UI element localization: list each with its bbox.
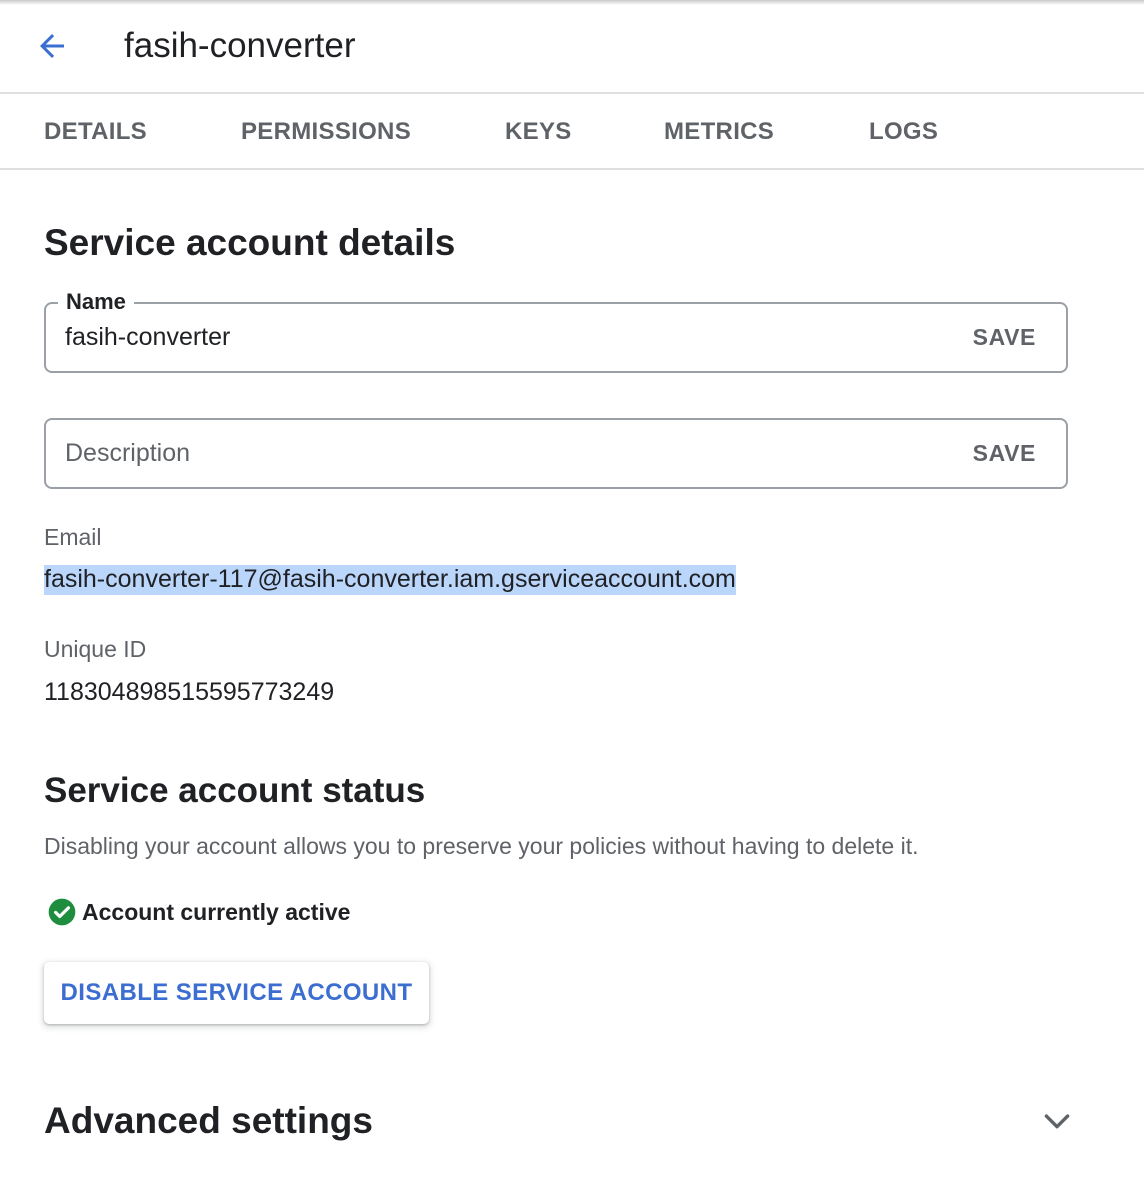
tab-bar: DETAILS PERMISSIONS KEYS METRICS LOGS: [0, 94, 1144, 170]
tab-details[interactable]: DETAILS: [44, 94, 147, 168]
unique-id-value: 118304898515595773249: [44, 678, 335, 706]
page-title: fasih-converter: [124, 26, 356, 65]
status-section-title: Service account status: [44, 771, 426, 810]
unique-id-label: Unique ID: [44, 636, 147, 662]
email-label: Email: [44, 524, 102, 550]
description-save-button[interactable]: SAVE: [973, 420, 1036, 487]
check-circle-icon: [48, 898, 76, 926]
advanced-settings-title: Advanced settings: [44, 1100, 373, 1141]
back-button[interactable]: [26, 22, 78, 70]
arrow-back-icon: [40, 34, 64, 58]
tab-metrics[interactable]: METRICS: [664, 94, 774, 168]
name-field[interactable]: Name fasih-converter SAVE: [44, 287, 1068, 373]
chevron-down-icon[interactable]: [1040, 1104, 1074, 1138]
tab-permissions[interactable]: PERMISSIONS: [241, 94, 411, 168]
name-save-button[interactable]: SAVE: [973, 304, 1036, 371]
disable-service-account-button[interactable]: DISABLE SERVICE ACCOUNT: [44, 962, 429, 1024]
page-header: fasih-converter: [0, 0, 1144, 94]
email-value[interactable]: fasih-converter-117@fasih-converter.iam.…: [44, 565, 736, 595]
status-text: Account currently active: [82, 898, 351, 925]
status-indicator: Account currently active: [46, 895, 350, 929]
details-section-title: Service account details: [44, 222, 456, 263]
description-field[interactable]: Description SAVE: [44, 418, 1068, 489]
advanced-settings-toggle[interactable]: Advanced settings: [44, 1096, 1074, 1146]
status-help-text: Disabling your account allows you to pre…: [44, 833, 919, 859]
tab-keys[interactable]: KEYS: [505, 94, 572, 168]
description-input[interactable]: Description: [65, 420, 190, 487]
tab-logs[interactable]: LOGS: [869, 94, 938, 168]
name-input[interactable]: fasih-converter: [65, 304, 230, 371]
